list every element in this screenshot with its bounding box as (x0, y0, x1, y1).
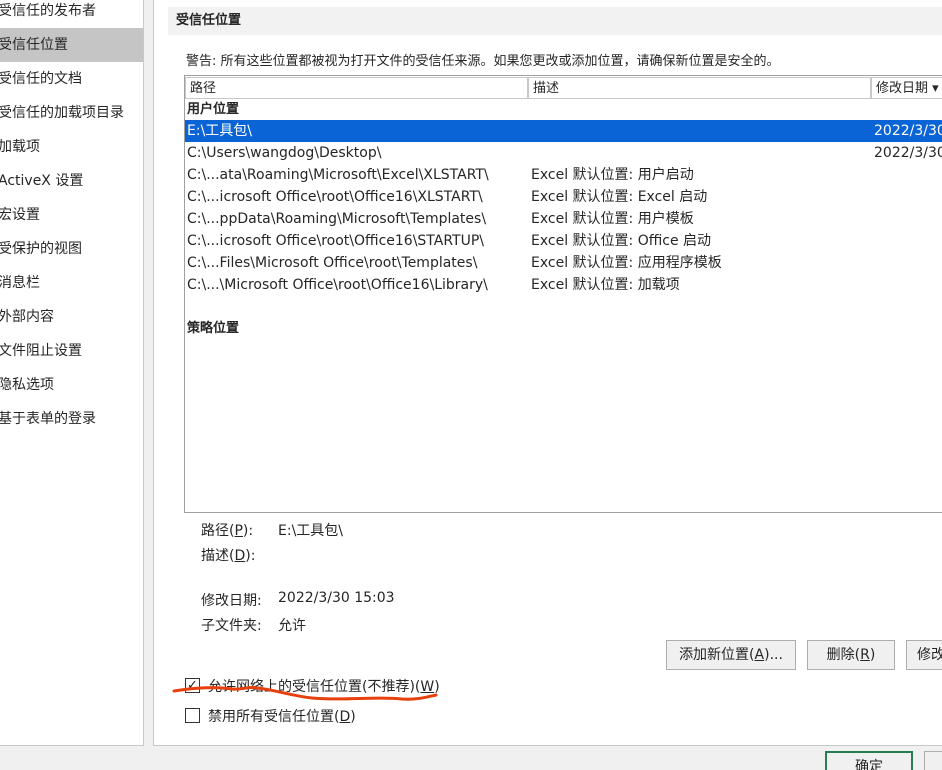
cell-path: C:\...icrosoft Office\root\Office16\XLST… (187, 189, 483, 205)
nav-item-external-content[interactable]: 外部内容 (0, 300, 143, 334)
cell-path: C:\...ppData\Roaming\Microsoft\Templates… (187, 211, 487, 227)
list-row[interactable]: C:\...\Microsoft Office\root\Office16\Li… (185, 274, 942, 296)
cell-description: Excel 默认位置: 加载项 (531, 277, 680, 293)
nav-item-trusted-addin-catalogs[interactable]: 受信任的加载项目录 (0, 96, 143, 130)
section-title: 受信任位置 (168, 7, 942, 35)
annotation-underline (172, 685, 438, 701)
nav-item-trusted-publishers[interactable]: 受信任的发布者 (0, 0, 143, 28)
list-row[interactable]: C:\...icrosoft Office\root\Office16\XLST… (185, 186, 942, 208)
list-row[interactable]: C:\...ppData\Roaming\Microsoft\Templates… (185, 208, 942, 230)
cell-date: 2022/3/30 (874, 145, 942, 161)
nav-item-message-bar[interactable]: 消息栏 (0, 266, 143, 300)
nav-item-label: 文件阻止设置 (0, 343, 82, 359)
cell-path: C:\...ata\Roaming\Microsoft\Excel\XLSTAR… (187, 167, 489, 183)
cell-date: 2022/3/30 (874, 123, 942, 139)
nav-item-form-based-signin[interactable]: 基于表单的登录 (0, 402, 143, 436)
cancel-button[interactable] (924, 751, 942, 770)
list-row[interactable]: E:\工具包\ 2022/3/30 (185, 120, 942, 142)
nav-item-privacy-options[interactable]: 隐私选项 (0, 368, 143, 402)
subfolders-value: 允许 (278, 618, 306, 634)
nav-item-addins[interactable]: 加载项 (0, 130, 143, 164)
list-row[interactable]: C:\...ata\Roaming\Microsoft\Excel\XLSTAR… (185, 164, 942, 186)
nav-item-label: 外部内容 (0, 309, 54, 325)
nav-item-file-block-settings[interactable]: 文件阻止设置 (0, 334, 143, 368)
nav-item-macro-settings[interactable]: 宏设置 (0, 198, 143, 232)
nav-item-label: 宏设置 (0, 207, 40, 223)
column-header-modified-date[interactable]: 修改日期 ▾ (871, 77, 942, 99)
cell-path: C:\...Files\Microsoft Office\root\Templa… (187, 255, 478, 271)
cell-description: Excel 默认位置: Excel 启动 (531, 189, 708, 205)
nav-item-label: 隐私选项 (0, 377, 54, 393)
trusted-locations-list[interactable]: 路径 描述 修改日期 ▾ 用户位置 E:\工具包\ 2022/3/30 C:\U… (184, 75, 942, 513)
path-value: E:\工具包\ (278, 523, 343, 539)
group-label-user-locations: 用户位置 (187, 102, 240, 117)
path-label: 路径(P): (201, 523, 254, 539)
modified-date-value: 2022/3/30 15:03 (278, 590, 395, 606)
cell-path: C:\...\Microsoft Office\root\Office16\Li… (187, 277, 488, 293)
modify-button[interactable]: 修改 (906, 640, 942, 670)
nav-item-label: 受信任的文档 (0, 71, 82, 87)
nav-item-label: 基于表单的登录 (0, 411, 96, 427)
nav-item-label: 加载项 (0, 139, 40, 155)
group-label-policy-locations: 策略位置 (187, 321, 240, 336)
cell-path: C:\...icrosoft Office\root\Office16\STAR… (187, 233, 485, 249)
cell-path: C:\Users\wangdog\Desktop\ (187, 145, 382, 161)
disable-all-locations-checkbox[interactable] (185, 708, 200, 723)
ok-button[interactable]: 确定 (825, 751, 913, 770)
nav-item-label: ActiveX 设置 (0, 173, 84, 189)
cell-description: Excel 默认位置: Office 启动 (531, 233, 712, 249)
modified-date-label: 修改日期: (201, 593, 262, 609)
nav-item-label: 消息栏 (0, 275, 40, 291)
column-header-description[interactable]: 描述 (528, 77, 871, 99)
nav-item-label: 受信任的加载项目录 (0, 105, 124, 121)
description-label: 描述(D): (201, 548, 256, 564)
subfolders-label: 子文件夹: (201, 618, 262, 634)
nav-item-protected-view[interactable]: 受保护的视图 (0, 232, 143, 266)
nav-item-label: 受信任的发布者 (0, 3, 96, 19)
list-row[interactable]: C:\Users\wangdog\Desktop\ 2022/3/30 (185, 142, 942, 164)
nav-item-trusted-documents[interactable]: 受信任的文档 (0, 62, 143, 96)
list-row[interactable]: C:\...Files\Microsoft Office\root\Templa… (185, 252, 942, 274)
warning-text: 警告: 所有这些位置都被视为打开文件的受信任来源。如果您更改或添加位置，请确保新… (186, 54, 780, 69)
nav-item-trusted-locations[interactable]: 受信任位置 (0, 28, 143, 62)
remove-button[interactable]: 删除(R) (807, 640, 895, 670)
add-new-location-button[interactable]: 添加新位置(A)... (666, 640, 796, 670)
list-row[interactable]: C:\...icrosoft Office\root\Office16\STAR… (185, 230, 942, 252)
nav-item-label: 受保护的视图 (0, 241, 82, 257)
cell-description: Excel 默认位置: 用户模板 (531, 211, 694, 227)
cell-description: Excel 默认位置: 用户启动 (531, 167, 694, 183)
cell-description: Excel 默认位置: 应用程序模板 (531, 255, 722, 271)
column-header-path[interactable]: 路径 (185, 77, 528, 99)
nav-pane: 受信任的发布者 受信任位置 受信任的文档 受信任的加载项目录 加载项 Activ… (0, 0, 144, 746)
cell-path: E:\工具包\ (187, 123, 252, 139)
nav-item-activex-settings[interactable]: ActiveX 设置 (0, 164, 143, 198)
nav-item-label: 受信任位置 (0, 37, 68, 53)
